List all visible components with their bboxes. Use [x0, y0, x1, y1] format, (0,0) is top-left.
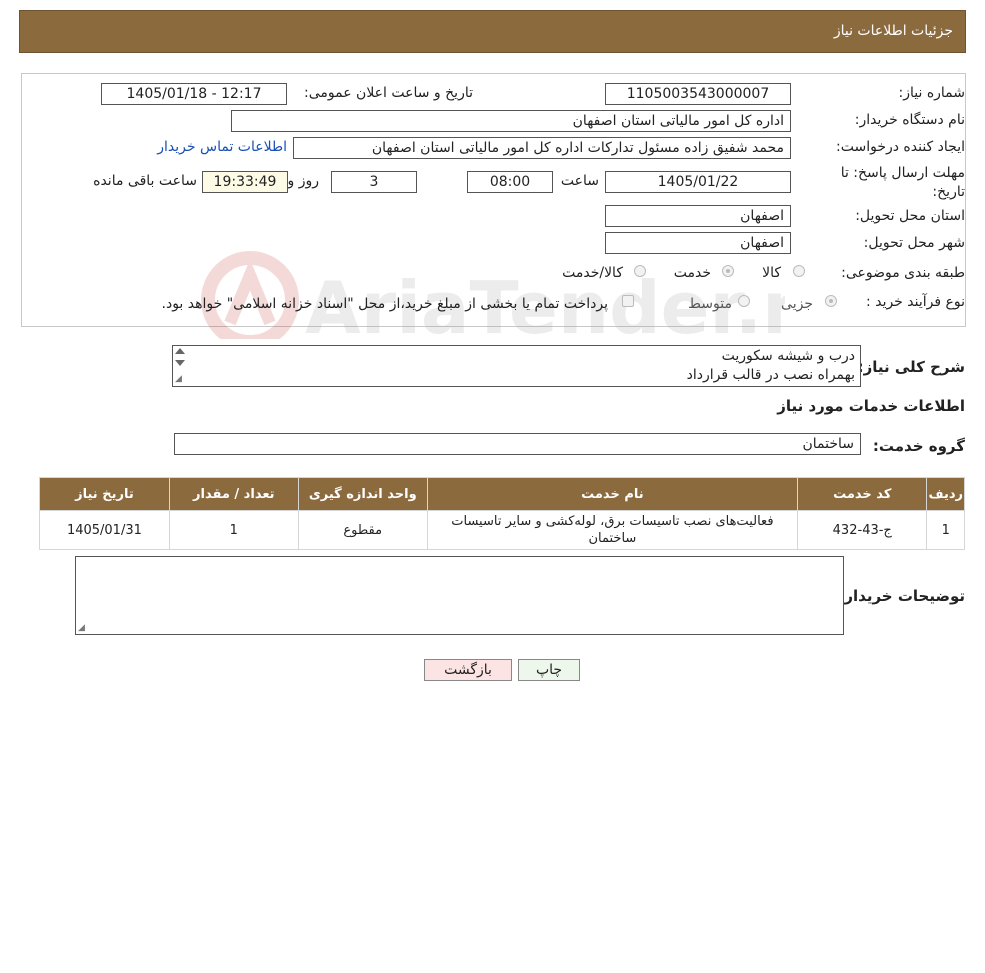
col-date: تاریخ نیاز [39, 477, 170, 511]
page-header: جزئیات اطلاعات نیاز [19, 10, 966, 53]
col-name: نام خدمت [426, 477, 799, 511]
category-radio-goods[interactable] [793, 265, 805, 277]
col-index: ردیف [926, 477, 965, 511]
creator-field[interactable]: محمد شفیق زاده مسئول تدارکات اداره کل ام… [293, 137, 791, 159]
description-label: شرح کلی نیاز: [857, 358, 965, 376]
col-unit: واحد اندازه گیری [297, 477, 428, 511]
buyer-org-label: نام دستگاه خریدار: [854, 112, 965, 128]
table-row: 1 ج-43-432 فعالیت‌های نصب تاسیسات برق، ل… [39, 510, 965, 550]
process-label: نوع فرآیند خرید : [866, 294, 965, 310]
days-label: روز و [287, 173, 320, 189]
cell-index: 1 [926, 510, 965, 550]
buyer-notes-textarea[interactable]: ◢ [75, 556, 844, 635]
service-group-label: گروه خدمت: [872, 437, 965, 455]
remaining-label: ساعت باقی مانده [93, 173, 197, 189]
print-button[interactable]: چاپ [518, 659, 580, 681]
buyer-notes-label: توضیحات خریدار: [838, 587, 965, 605]
process-option-minor: جزیی [781, 296, 813, 312]
process-radio-minor[interactable] [825, 295, 837, 307]
cell-qty: 1 [168, 510, 299, 550]
page-title: جزئیات اطلاعات نیاز [833, 23, 953, 39]
deadline-date-field[interactable]: 1405/01/22 [605, 171, 791, 193]
remaining-days-field[interactable]: 3 [331, 171, 417, 193]
remaining-time-field[interactable]: 19:33:49 [202, 171, 288, 193]
province-field[interactable]: اصفهان [605, 205, 791, 227]
cell-name: فعالیت‌های نصب تاسیسات برق، لوله‌کشی و س… [426, 510, 799, 550]
need-number-label: شماره نیاز: [898, 85, 966, 101]
deadline-label-line1: مهلت ارسال پاسخ: تا [840, 165, 965, 181]
cell-date: 1405/01/31 [39, 510, 170, 550]
category-option-goods: کالا [762, 265, 781, 281]
category-label: طبقه بندی موضوعی: [841, 265, 965, 281]
buyer-org-field[interactable]: اداره کل امور مالیاتی استان اصفهان [231, 110, 791, 132]
city-field[interactable]: اصفهان [605, 232, 791, 254]
back-button[interactable]: بازگشت [424, 659, 512, 681]
service-group-field[interactable]: ساختمان [174, 433, 861, 455]
services-header-row: ردیف کد خدمت نام خدمت واحد اندازه گیری ت… [39, 477, 965, 511]
province-label: استان محل تحویل: [855, 208, 965, 224]
deadline-label: مهلت ارسال پاسخ: تا تاریخ: [841, 164, 965, 202]
services-table: ردیف کد خدمت نام خدمت واحد اندازه گیری ت… [39, 477, 965, 550]
city-label: شهر محل تحویل: [863, 235, 965, 251]
services-title: اطلاعات خدمات مورد نیاز [777, 397, 965, 415]
category-radio-goods-service[interactable] [634, 265, 646, 277]
deadline-time-field[interactable]: 08:00 [467, 171, 553, 193]
scroll-down-icon[interactable] [175, 360, 185, 366]
description-line-2: بهمراه نصب در قالب قرارداد [686, 367, 855, 383]
category-option-goods-service: کالا/خدمت [562, 265, 623, 281]
announce-datetime-field[interactable]: 1405/01/18 - 12:17 [101, 83, 287, 105]
announce-label: تاریخ و ساعت اعلان عمومی: [304, 85, 473, 101]
cell-unit: مقطوع [297, 510, 428, 550]
treasury-checkbox[interactable] [622, 295, 634, 307]
category-option-service: خدمت [673, 265, 711, 281]
description-line-1: درب و شیشه سکوریت [721, 348, 855, 364]
cell-code: ج-43-432 [797, 510, 928, 550]
deadline-label-line2: تاریخ: [932, 184, 965, 200]
scroll-up-icon[interactable] [175, 348, 185, 354]
buyer-contact-link[interactable]: اطلاعات تماس خریدار [157, 139, 287, 155]
process-option-medium: متوسط [688, 296, 732, 312]
need-number-field[interactable]: 1105003543000007 [605, 83, 791, 105]
col-code: کد خدمت [797, 477, 928, 511]
category-radio-service[interactable] [722, 265, 734, 277]
description-textarea[interactable]: درب و شیشه سکوریت بهمراه نصب در قالب قرا… [172, 345, 861, 387]
resize-grip-icon[interactable]: ◢ [175, 374, 182, 384]
process-note: پرداخت تمام یا بخشی از مبلغ خرید،از محل … [161, 296, 608, 312]
process-radio-medium[interactable] [738, 295, 750, 307]
deadline-time-label: ساعت [560, 173, 599, 189]
creator-label: ایجاد کننده درخواست: [836, 139, 965, 155]
col-qty: تعداد / مقدار [168, 477, 299, 511]
resize-grip-icon[interactable]: ◢ [78, 623, 85, 633]
